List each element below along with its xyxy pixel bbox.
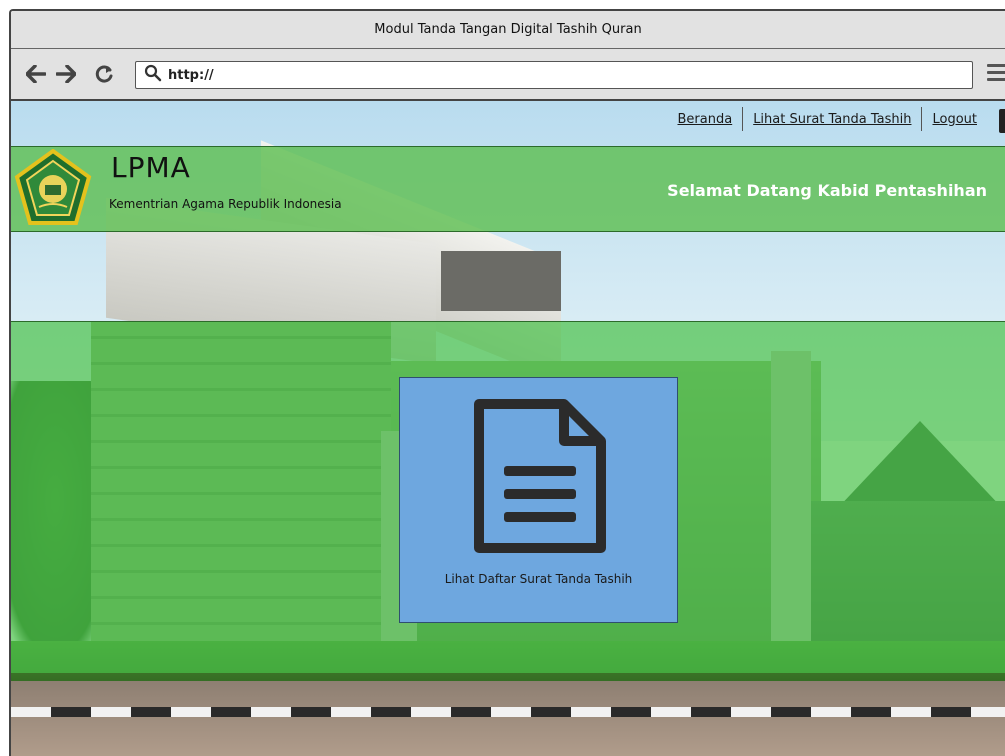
address-bar[interactable]: http:// (135, 61, 973, 89)
view-letter-list-card[interactable]: Lihat Daftar Surat Tanda Tashih (399, 377, 678, 623)
address-text: http:// (168, 67, 214, 83)
welcome-message: Selamat Datang Kabid Pentashihan (667, 181, 987, 200)
nav-link-beranda[interactable]: Beranda (668, 112, 743, 127)
top-nav: Beranda Lihat Surat Tanda Tashih Logout (668, 105, 988, 133)
kemenag-emblem-icon (13, 148, 93, 229)
reload-icon[interactable] (91, 61, 117, 87)
search-icon (144, 64, 162, 86)
arrow-right-icon[interactable] (53, 61, 79, 87)
browser-window: Modul Tanda Tangan Digital Tashih Quran … (9, 9, 1005, 756)
window-title: Modul Tanda Tangan Digital Tashih Quran (374, 22, 642, 37)
document-icon (469, 396, 609, 556)
browser-toolbar: http:// (11, 49, 1005, 101)
nav-link-logout[interactable]: Logout (922, 112, 987, 127)
card-label: Lihat Daftar Surat Tanda Tashih (444, 572, 633, 586)
arrow-left-icon[interactable] (23, 61, 49, 87)
hamburger-menu-icon[interactable] (987, 64, 1005, 84)
window-titlebar: Modul Tanda Tangan Digital Tashih Quran (11, 11, 1005, 49)
brand-subtitle: Kementrian Agama Republik Indonesia (109, 197, 342, 211)
page-viewport: Beranda Lihat Surat Tanda Tashih Logout … (11, 101, 1005, 756)
nav-link-lihat-surat[interactable]: Lihat Surat Tanda Tashih (743, 112, 921, 127)
scrollbar-thumb[interactable] (999, 109, 1005, 133)
brand-title: LPMA (111, 151, 191, 184)
